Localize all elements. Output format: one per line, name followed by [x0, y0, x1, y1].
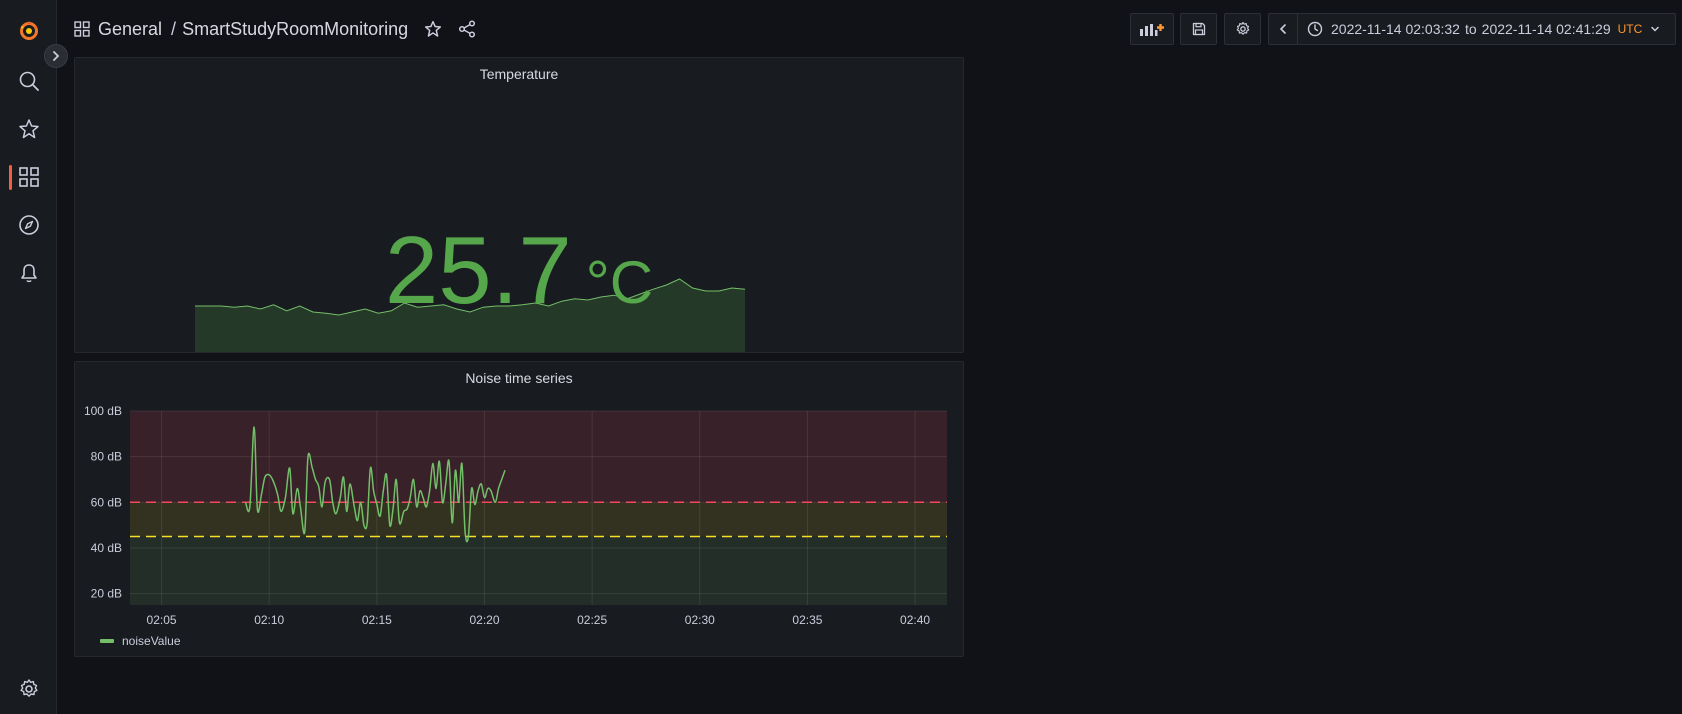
alerting-bell-icon[interactable]: [14, 258, 44, 288]
x-tick-label: 02:05: [147, 613, 177, 627]
y-tick-label: 80 dB: [91, 450, 122, 464]
temperature-unit: °C: [585, 249, 654, 316]
breadcrumb-folder-link[interactable]: General: [98, 19, 162, 40]
search-icon[interactable]: [14, 66, 44, 96]
threshold-green-band: [130, 536, 947, 605]
star-icon[interactable]: [14, 114, 44, 144]
time-range-back-button[interactable]: [1269, 14, 1298, 44]
time-range-button[interactable]: 2022-11-14 02:03:32 to 2022-11-14 02:41:…: [1298, 14, 1660, 44]
x-tick-label: 02:30: [685, 613, 715, 627]
time-range-to: 2022-11-14 02:41:29: [1481, 21, 1611, 37]
explore-icon[interactable]: [14, 210, 44, 240]
x-tick-label: 02:40: [900, 613, 930, 627]
settings-gear-icon: [1236, 21, 1249, 35]
y-tick-label: 40 dB: [91, 541, 122, 555]
legend-label: noiseValue: [122, 634, 181, 648]
breadcrumb: General / SmartStudyRoomMonitoring: [74, 14, 476, 44]
time-range-to-label: to: [1464, 21, 1477, 37]
x-tick-label: 02:15: [362, 613, 392, 627]
time-range-picker: 2022-11-14 02:03:32 to 2022-11-14 02:41:…: [1268, 13, 1676, 45]
y-tick-label: 100 dB: [84, 404, 122, 418]
breadcrumb-separator: /: [171, 18, 177, 39]
time-range-from: 2022-11-14 02:03:32: [1331, 21, 1460, 37]
mark-favorite-star-icon[interactable]: [424, 20, 442, 38]
add-panel-button[interactable]: [1130, 13, 1174, 45]
timezone-label: UTC: [1617, 22, 1643, 36]
grafana-logo-icon[interactable]: [14, 16, 44, 46]
noise-panel[interactable]: Noise time series 20 dB 40 dB 60 dB 80 dB 10…: [74, 361, 964, 657]
y-tick-label: 20 dB: [91, 587, 122, 601]
clock-icon: [1307, 21, 1323, 37]
y-tick-label: 60 dB: [91, 495, 122, 509]
noise-chart: 20 dB 40 dB 60 dB 80 dB 100 dB 02:05 02:10 02:1…: [84, 404, 947, 627]
chevron-left-icon: [1279, 24, 1286, 34]
active-indicator: [9, 165, 12, 190]
temperature-number: 25.7: [384, 217, 572, 324]
temperature-value: 25.7 °C: [75, 223, 963, 319]
threshold-yellow-band: [130, 502, 947, 537]
dashboard-settings-button[interactable]: [1224, 13, 1261, 45]
chevron-down-icon: [1651, 26, 1660, 32]
x-tick-label: 02:10: [254, 613, 284, 627]
add-panel-icon: [1140, 24, 1164, 36]
legend-item-noiseValue[interactable]: noiseValue: [100, 634, 181, 648]
x-tick-label: 02:25: [577, 613, 607, 627]
dashboards-icon[interactable]: [14, 162, 44, 192]
share-icon[interactable]: [458, 20, 476, 38]
temperature-panel[interactable]: Temperature 25.7 °C: [74, 57, 964, 353]
dashboard-title[interactable]: SmartStudyRoomMonitoring: [182, 19, 408, 40]
gear-icon[interactable]: [14, 674, 44, 704]
legend-swatch: [100, 639, 114, 643]
x-tick-label: 02:20: [469, 613, 499, 627]
save-icon: [1192, 22, 1205, 36]
chevron-right-icon: [53, 51, 60, 61]
expand-menu-button[interactable]: [44, 44, 68, 68]
dashboards-grid-icon: [74, 21, 90, 37]
save-dashboard-button[interactable]: [1180, 13, 1217, 45]
side-menu: [0, 0, 57, 714]
x-tick-label: 02:35: [792, 613, 822, 627]
